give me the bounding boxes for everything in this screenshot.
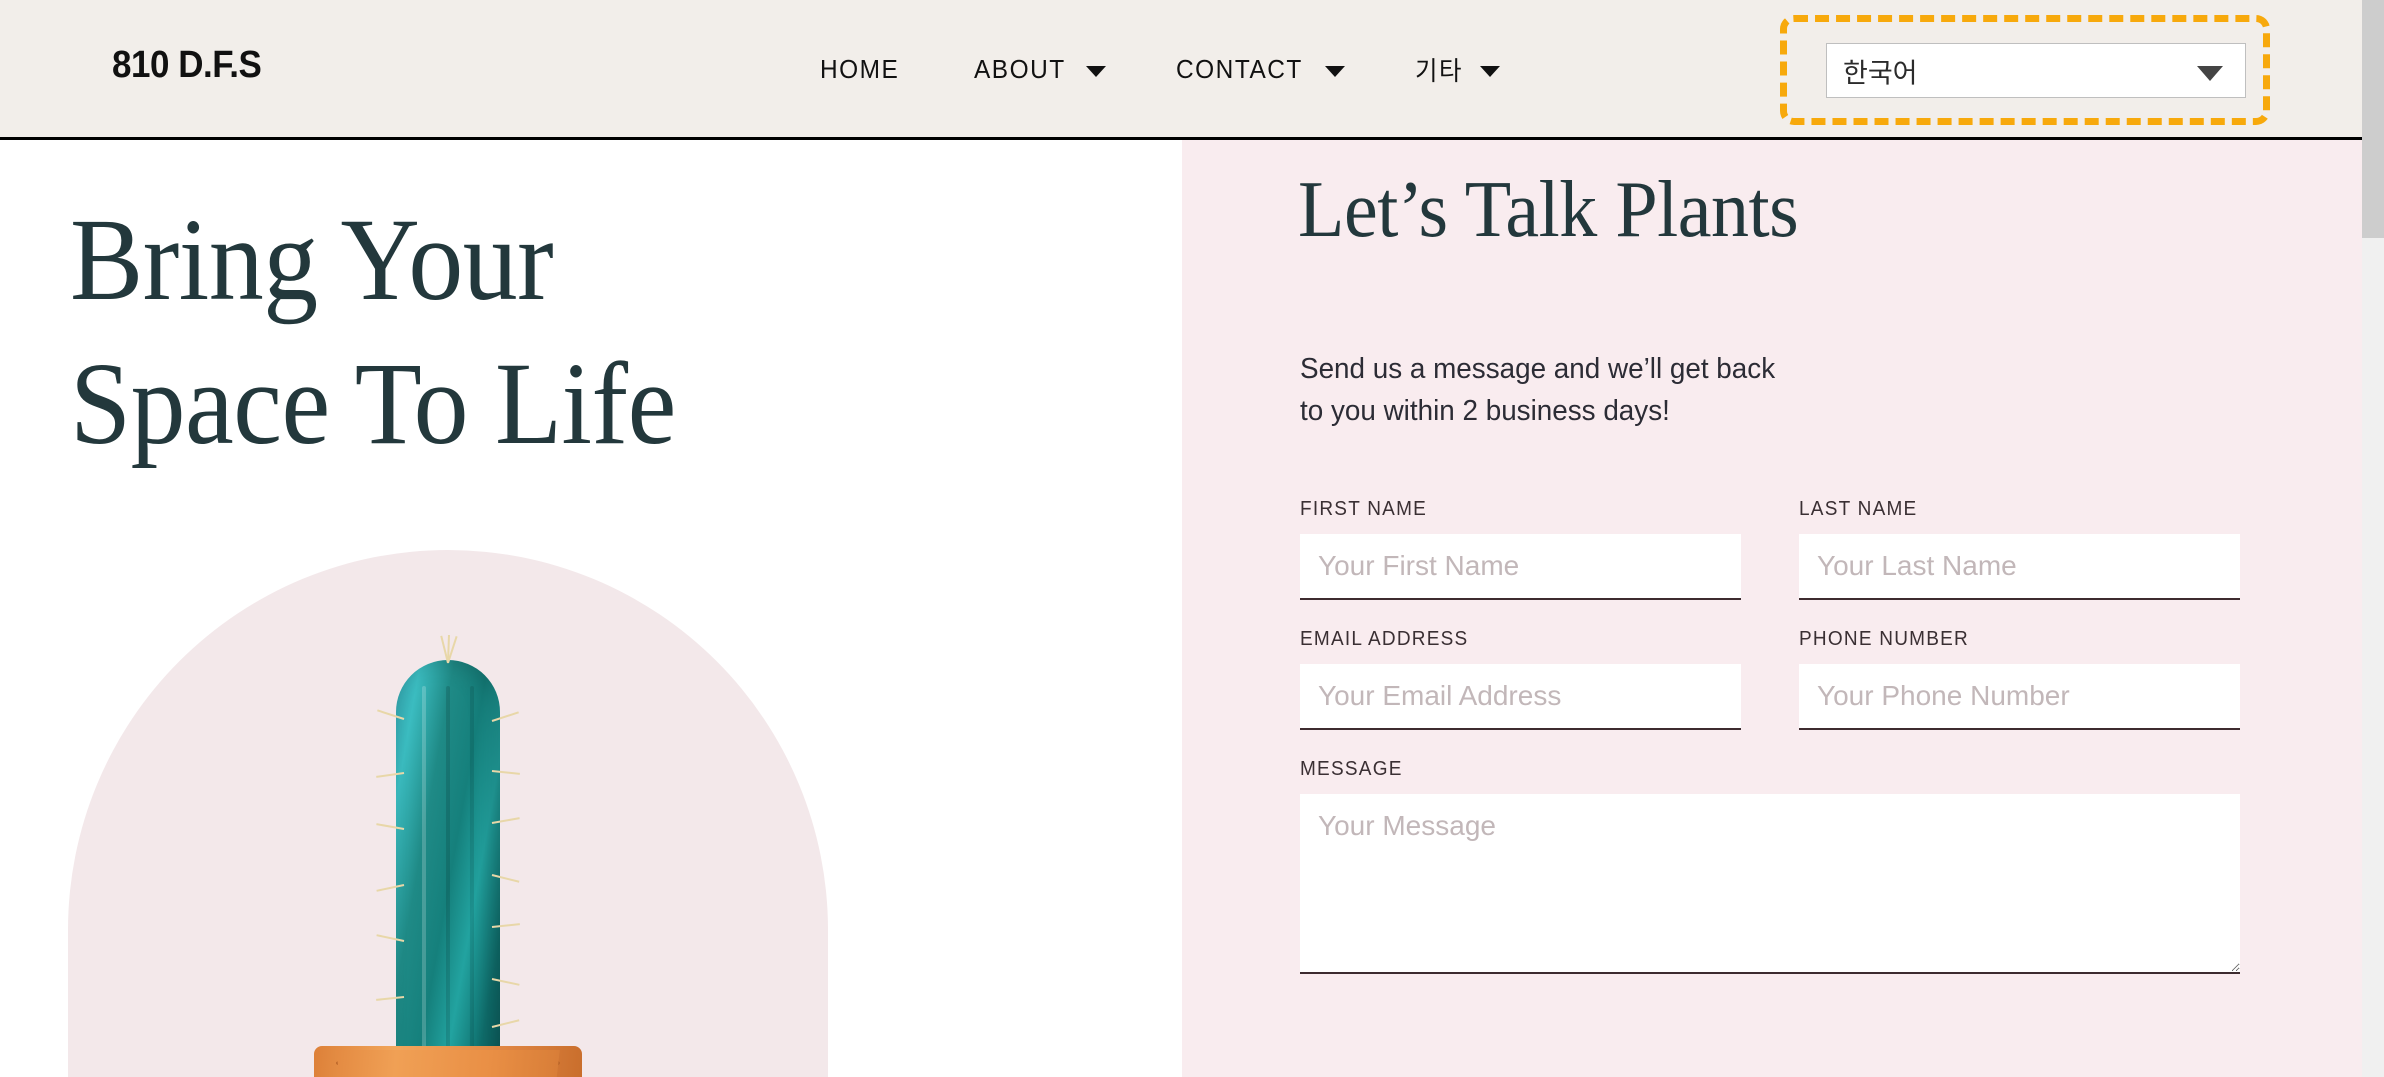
email-field-group: EMAIL ADDRESS	[1300, 628, 1741, 730]
contact-subtitle: Send us a message and we’ll get back to …	[1300, 353, 1776, 428]
first-name-input[interactable]	[1300, 534, 1741, 600]
chevron-down-icon	[1479, 65, 1500, 77]
email-input[interactable]	[1300, 664, 1741, 730]
chevron-down-icon	[2197, 65, 2223, 81]
hero-section: Bring Your Space To Life	[0, 140, 1182, 1077]
phone-input[interactable]	[1799, 664, 2240, 730]
message-row: MESSAGE	[1300, 758, 2240, 974]
nav-item-about[interactable]: ABOUT	[974, 50, 1106, 89]
nav-item-label: 기타	[1414, 56, 1463, 86]
message-textarea[interactable]	[1300, 794, 2240, 974]
language-selector-value: 한국어	[1843, 58, 1918, 88]
site-logo[interactable]: 810 D.F.S	[112, 44, 262, 87]
nav-item-etc[interactable]: 기타	[1415, 47, 1500, 92]
chevron-down-icon	[1324, 65, 1345, 77]
contact-row: EMAIL ADDRESS PHONE NUMBER	[1300, 628, 2240, 730]
page-title: Bring Your Space To Life	[70, 194, 676, 469]
phone-label: PHONE NUMBER	[1799, 628, 1970, 650]
browser-page: 810 D.F.S HOME ABOUT CONTACT 기타 한국어 Brin…	[0, 0, 2384, 1077]
contact-title: Let’s Talk Plants	[1298, 166, 1799, 254]
cactus-graphic	[376, 634, 520, 1077]
contact-section: Let’s Talk Plants Send us a message and …	[1182, 140, 2362, 1077]
last-name-input[interactable]	[1799, 534, 2240, 600]
last-name-field-group: LAST NAME	[1799, 498, 2240, 600]
name-row: FIRST NAME LAST NAME	[1300, 498, 2240, 600]
first-name-field-group: FIRST NAME	[1300, 498, 1741, 600]
nav-item-label: CONTACT	[1175, 54, 1303, 84]
chevron-down-icon	[1085, 65, 1106, 77]
message-field-group: MESSAGE	[1300, 758, 2240, 974]
last-name-label: LAST NAME	[1799, 498, 1918, 520]
message-label: MESSAGE	[1300, 758, 1403, 780]
nav-item-home[interactable]: HOME	[820, 50, 904, 89]
nav-item-label: HOME	[820, 54, 900, 84]
vertical-scrollbar-thumb[interactable]	[2362, 0, 2384, 238]
nav-item-contact[interactable]: CONTACT	[1176, 50, 1345, 89]
email-label: EMAIL ADDRESS	[1300, 628, 1469, 650]
site-header: 810 D.F.S HOME ABOUT CONTACT 기타 한국어	[0, 0, 2362, 140]
main-navigation: HOME ABOUT CONTACT 기타	[820, 47, 1500, 92]
nav-item-label: ABOUT	[974, 54, 1067, 84]
hero-image	[68, 550, 828, 1077]
page-viewport: 810 D.F.S HOME ABOUT CONTACT 기타 한국어 Brin…	[0, 0, 2362, 1077]
first-name-label: FIRST NAME	[1300, 498, 1428, 520]
language-selector[interactable]: 한국어	[1826, 43, 2246, 98]
contact-form: FIRST NAME LAST NAME EMAIL ADDRESS	[1300, 498, 2240, 1002]
page-content: Bring Your Space To Life Let’s Talk Plan…	[0, 140, 2362, 1077]
terracotta-pot	[336, 1050, 560, 1077]
phone-field-group: PHONE NUMBER	[1799, 628, 2240, 730]
